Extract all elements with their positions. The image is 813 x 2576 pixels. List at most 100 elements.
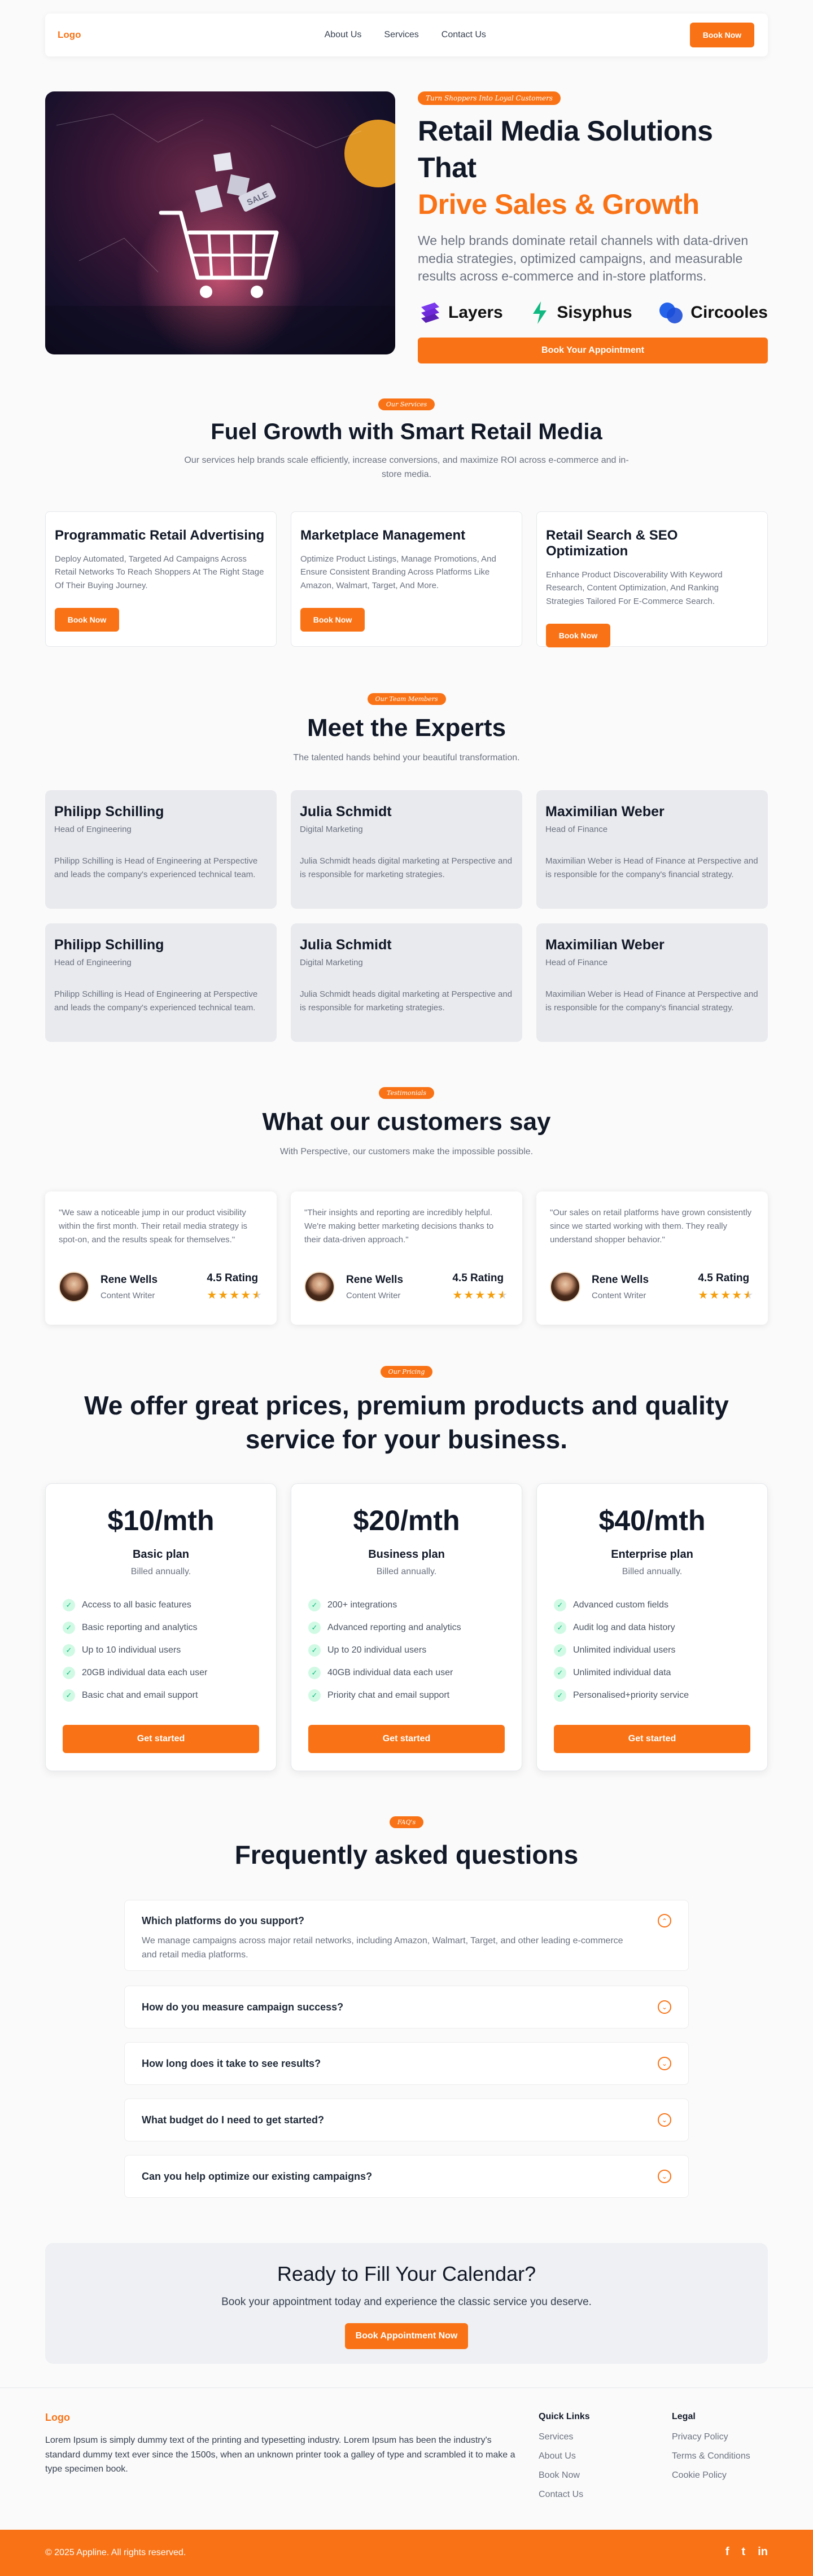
faq-header: FAQ's Frequently asked questions: [0, 1816, 813, 1870]
member-name: Maximilian Weber: [545, 937, 665, 953]
feature-item: ✓ Up to 20 individual users: [308, 1639, 505, 1662]
chevron-up-icon[interactable]: ⌃: [658, 1914, 671, 1927]
check-icon: ✓: [63, 1689, 75, 1702]
site-header: Logo About Us Services Contact Us Book N…: [45, 14, 768, 56]
feature-label: Unlimited individual data: [573, 1668, 671, 1677]
service-title: Marketplace Management: [300, 528, 466, 543]
check-icon: ✓: [63, 1667, 75, 1679]
feature-label: Advanced reporting and analytics: [327, 1623, 461, 1632]
cta-banner: Ready to Fill Your Calendar? Book your a…: [45, 2243, 768, 2364]
testimonial-quote: "Their insights and reporting are incred…: [304, 1208, 494, 1245]
service-book-button[interactable]: Book Now: [300, 608, 365, 632]
footer-link-privacy[interactable]: Privacy Policy: [672, 2432, 750, 2442]
get-started-button[interactable]: Get started: [554, 1725, 750, 1753]
feature-label: Basic reporting and analytics: [82, 1623, 198, 1632]
plan-features: ✓ 200+ integrations ✓ Advanced reporting a…: [308, 1594, 505, 1707]
footer-link-about[interactable]: About Us: [539, 2451, 590, 2461]
team-member-card: Maximilian Weber Head of Finance Maximil…: [536, 923, 768, 1042]
feature-label: Basic chat and email support: [82, 1690, 198, 1700]
check-icon: ✓: [63, 1622, 75, 1634]
plan-price: $40/mth: [598, 1505, 706, 1536]
footer-link-services[interactable]: Services: [539, 2432, 590, 2442]
footer-link-contact[interactable]: Contact Us: [539, 2490, 590, 2500]
faq-question[interactable]: What budget do I need to get started? ⌄: [142, 2113, 671, 2127]
star-rating-icon: ★★★★★: [207, 1289, 263, 1302]
chevron-down-icon[interactable]: ⌄: [658, 2057, 671, 2070]
faq-item[interactable]: Can you help optimize our existing campa…: [124, 2155, 689, 2198]
faq-answer: We manage campaigns across major retail …: [142, 1936, 623, 1960]
footer-description: Lorem Ipsum is simply dummy text of the …: [45, 2435, 515, 2474]
testimonials-subtitle: With Perspective, our customers make the…: [279, 1147, 534, 1156]
book-appointment-button[interactable]: Book Your Appointment: [418, 338, 768, 364]
hero-description: We help brands dominate retail channels …: [418, 233, 749, 284]
testimonials-header: Testimonials What our customers say With…: [0, 1087, 813, 1159]
faq-question-text: How long does it take to see results?: [142, 2057, 321, 2069]
chevron-down-icon[interactable]: ⌄: [658, 2000, 671, 2014]
member-name: Julia Schmidt: [300, 937, 392, 953]
copyright: © 2025 Appline. All rights reserved.: [45, 2548, 186, 2557]
check-icon: ✓: [63, 1644, 75, 1657]
quick-links-title: Quick Links: [539, 2412, 590, 2421]
member-role: Digital Marketing: [300, 825, 363, 834]
nav-services[interactable]: Services: [384, 30, 418, 40]
faq-item[interactable]: What budget do I need to get started? ⌄: [124, 2099, 689, 2141]
book-appointment-now-button[interactable]: Book Appointment Now: [345, 2323, 468, 2349]
legal-links: Legal Privacy Policy Terms & Conditions …: [672, 2412, 750, 2490]
facebook-icon[interactable]: f: [725, 2546, 729, 2559]
cta-title: Ready to Fill Your Calendar?: [277, 2262, 536, 2285]
check-icon: ✓: [554, 1689, 566, 1702]
sisyphus-icon: [533, 301, 547, 325]
circooles-icon: [659, 303, 683, 324]
service-book-button[interactable]: Book Now: [55, 608, 119, 632]
faq-question[interactable]: Can you help optimize our existing campa…: [142, 2170, 671, 2183]
footer-link-cookie[interactable]: Cookie Policy: [672, 2470, 750, 2481]
logo[interactable]: Logo: [58, 29, 81, 41]
faq-question[interactable]: How long does it take to see results? ⌄: [142, 2057, 671, 2070]
member-role: Head of Engineering: [54, 825, 132, 834]
star-rating-icon: ★★★★★: [698, 1289, 754, 1302]
service-card: Programmatic Retail Advertising Deploy A…: [45, 511, 277, 647]
faq-item[interactable]: How long does it take to see results? ⌄: [124, 2042, 689, 2085]
hero-image: SALE: [45, 91, 395, 354]
check-icon: ✓: [308, 1667, 321, 1679]
header-book-button[interactable]: Book Now: [689, 23, 754, 47]
team-subtitle: The talented hands behind your beautiful…: [293, 753, 520, 763]
linkedin-icon[interactable]: in: [758, 2546, 768, 2559]
site-footer: Logo Lorem Ipsum is simply dummy text of…: [0, 2387, 813, 2530]
faq-item[interactable]: Which platforms do you support? ⌃ We mana…: [124, 1900, 689, 1971]
faq-question[interactable]: Which platforms do you support? ⌃: [142, 1914, 671, 1927]
get-started-button[interactable]: Get started: [308, 1725, 505, 1753]
member-role: Head of Finance: [545, 958, 608, 967]
rating-label: 4.5 Rating: [207, 1272, 259, 1284]
check-icon: ✓: [554, 1644, 566, 1657]
footer-link-terms[interactable]: Terms & Conditions: [672, 2451, 750, 2461]
feature-label: Audit log and data history: [573, 1623, 675, 1632]
service-book-button[interactable]: Book Now: [546, 624, 610, 647]
footer-logo[interactable]: Logo: [45, 2412, 70, 2424]
check-icon: ✓: [554, 1599, 566, 1611]
feature-item: ✓ Audit log and data history: [554, 1616, 750, 1639]
twitter-icon[interactable]: t: [742, 2546, 746, 2559]
feature-label: 40GB individual data each user: [327, 1668, 453, 1677]
brand-circooles-label: Circooles: [690, 303, 768, 322]
footer-link-book[interactable]: Book Now: [539, 2470, 590, 2481]
nav-contact[interactable]: Contact Us: [442, 30, 486, 40]
chevron-down-icon[interactable]: ⌄: [658, 2113, 671, 2127]
plan-name: Enterprise plan: [611, 1548, 693, 1561]
check-icon: ✓: [308, 1622, 321, 1634]
plan-billing: Billed annually.: [130, 1567, 191, 1576]
member-bio: Julia Schmidt heads digital marketing at…: [300, 989, 513, 1013]
faq-question[interactable]: How do you measure campaign success? ⌄: [142, 2000, 671, 2014]
service-description: Optimize Product Listings, Manage Promot…: [300, 554, 496, 590]
faq-item[interactable]: How do you measure campaign success? ⌄: [124, 1986, 689, 2029]
check-icon: ✓: [554, 1622, 566, 1634]
chevron-down-icon[interactable]: ⌄: [658, 2170, 671, 2183]
service-card: Marketplace Management Optimize Product …: [291, 511, 522, 647]
faq-title: Frequently asked questions: [234, 1840, 579, 1869]
service-description: Enhance Product Discoverability With Key…: [546, 570, 723, 606]
get-started-button[interactable]: Get started: [63, 1725, 259, 1753]
plan-name: Business plan: [368, 1548, 445, 1561]
check-icon: ✓: [308, 1689, 321, 1702]
nav-about[interactable]: About Us: [325, 30, 362, 40]
member-bio: Maximilian Weber is Head of Finance at P…: [545, 989, 758, 1013]
